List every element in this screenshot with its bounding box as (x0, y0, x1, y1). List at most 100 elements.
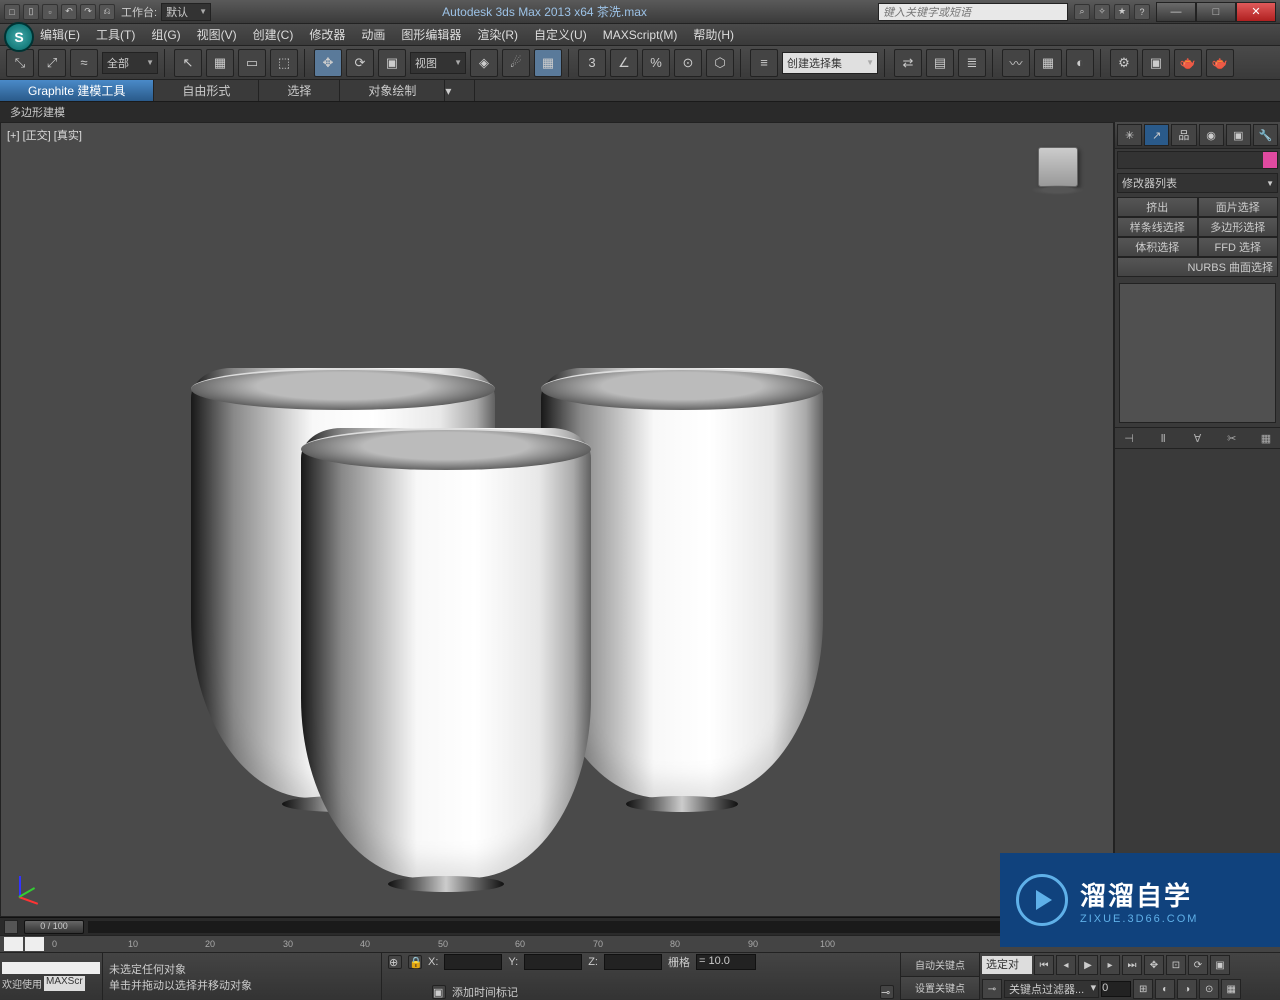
nav-maxtoggle-icon[interactable]: ▦ (1221, 979, 1241, 999)
mirror-icon[interactable]: ⇄ (894, 49, 922, 77)
mod-ffdselect[interactable]: FFD 选择 (1198, 237, 1279, 257)
nav-region-icon[interactable]: ⊙ (1199, 979, 1219, 999)
layers-icon[interactable]: ≣ (958, 49, 986, 77)
render-frame-icon[interactable]: ▣ (1142, 49, 1170, 77)
nav-fov-icon[interactable]: ◑ (1177, 979, 1197, 999)
menu-maxscript[interactable]: MAXScript(M) (603, 28, 678, 42)
favorites-icon[interactable]: ★ (1114, 4, 1130, 20)
rect-region-icon[interactable]: ▭ (238, 49, 266, 77)
script-tag[interactable] (2, 962, 100, 974)
nav-max-icon[interactable]: ▣ (1210, 955, 1230, 975)
open-icon[interactable]: ▯ (23, 4, 39, 20)
render-prod-icon[interactable]: 🫖 (1206, 49, 1234, 77)
setkey-large-icon[interactable]: ⊸ (982, 979, 1002, 999)
prev-frame-icon[interactable]: ◂ (1056, 955, 1076, 975)
modifier-stack[interactable] (1119, 283, 1276, 423)
object-color-swatch[interactable] (1263, 152, 1277, 168)
named-selection-combo[interactable]: 创建选择集 (782, 52, 878, 74)
timeline-handle-icon[interactable] (4, 920, 18, 934)
create-tab-icon[interactable]: ✳ (1117, 124, 1142, 146)
menu-customize[interactable]: 自定义(U) (534, 26, 587, 43)
manipulate-icon[interactable]: ☄ (502, 49, 530, 77)
undo-icon[interactable]: ↶ (61, 4, 77, 20)
setkey-button[interactable]: 设置关键点 (901, 977, 979, 1000)
percent-snap-icon[interactable]: % (642, 49, 670, 77)
add-time-tag[interactable]: 添加时间标记 (452, 984, 518, 1000)
nav-pan-icon[interactable]: ✥ (1144, 955, 1164, 975)
play-icon[interactable]: ▶ (1078, 955, 1098, 975)
binoculars-icon[interactable]: ⌕ (1074, 4, 1090, 20)
schematic-icon[interactable]: ▦ (1034, 49, 1062, 77)
menu-grapheditors[interactable]: 图形编辑器 (401, 26, 461, 43)
mod-patchselect[interactable]: 面片选择 (1198, 197, 1279, 217)
motion-tab-icon[interactable]: ◉ (1199, 124, 1224, 146)
x-input[interactable] (444, 954, 502, 970)
cup-object[interactable] (301, 428, 591, 878)
show-end-icon[interactable]: Ⅱ (1155, 430, 1171, 446)
keyboard-shortcut-icon[interactable]: ▦ (534, 49, 562, 77)
hierarchy-tab-icon[interactable]: 品 (1171, 124, 1196, 146)
edged-faces-icon[interactable]: ⬡ (706, 49, 734, 77)
angle-snap-icon[interactable]: ∠ (610, 49, 638, 77)
close-button[interactable]: ✕ (1236, 2, 1276, 22)
ribbon-arrow[interactable]: ▾ (445, 80, 475, 101)
remove-mod-icon[interactable]: ✂ (1224, 430, 1240, 446)
material-editor-icon[interactable]: ◐ (1066, 49, 1094, 77)
select-name-icon[interactable]: ▦ (206, 49, 234, 77)
y-input[interactable] (524, 954, 582, 970)
tab-objectpaint[interactable]: 对象绘制 (340, 80, 445, 101)
menu-view[interactable]: 视图(V) (197, 26, 237, 43)
viewcube[interactable] (1031, 143, 1085, 197)
workspace-selector[interactable]: 工作台: 默认 (121, 3, 211, 21)
menu-render[interactable]: 渲染(R) (477, 26, 518, 43)
object-name-field[interactable] (1117, 151, 1278, 169)
mod-nurbs[interactable]: NURBS 曲面选择 (1117, 257, 1278, 277)
autokey-button[interactable]: 自动关键点 (901, 953, 979, 977)
scale-icon[interactable]: ▣ (378, 49, 406, 77)
nav-zoom2-icon[interactable]: ◐ (1155, 979, 1175, 999)
maximize-button[interactable]: □ (1196, 2, 1236, 22)
utilities-tab-icon[interactable]: 🔧 (1253, 124, 1278, 146)
new-icon[interactable]: □ (4, 4, 20, 20)
time-slider-thumb[interactable]: 0 / 100 (24, 920, 84, 934)
align-icon[interactable]: ▤ (926, 49, 954, 77)
snap-3-icon[interactable]: 3 (578, 49, 606, 77)
tab-freeform[interactable]: 自由形式 (154, 80, 259, 101)
keymode-icon[interactable]: ⊸ (880, 985, 894, 999)
goto-start-icon[interactable]: ⏮ (1034, 955, 1054, 975)
time-config-icon[interactable]: ⊞ (1133, 979, 1153, 999)
menu-tools[interactable]: 工具(T) (96, 26, 135, 43)
bind-icon[interactable]: ≈ (70, 49, 98, 77)
pin-stack-icon[interactable]: ⊣ (1121, 430, 1137, 446)
menu-modifiers[interactable]: 修改器 (309, 26, 345, 43)
configure-icon[interactable]: ▦ (1258, 430, 1274, 446)
menu-create[interactable]: 创建(C) (253, 26, 294, 43)
menu-group[interactable]: 组(G) (151, 26, 180, 43)
community-icon[interactable]: ✧ (1094, 4, 1110, 20)
make-unique-icon[interactable]: ∀ (1190, 430, 1206, 446)
tab-graphite[interactable]: Graphite 建模工具 (0, 80, 154, 101)
lock-icon[interactable]: ⊕ (388, 955, 402, 969)
goto-end-icon[interactable]: ⏭ (1122, 955, 1142, 975)
modify-tab-icon[interactable]: ↗ (1144, 124, 1169, 146)
mod-extrude[interactable]: 挤出 (1117, 197, 1198, 217)
named-sets-icon[interactable]: ≡ (750, 49, 778, 77)
frame-input[interactable]: 0 (1101, 981, 1131, 997)
modifier-list-combo[interactable]: 修改器列表 (1117, 173, 1278, 193)
nav-orbit-icon[interactable]: ⟳ (1188, 955, 1208, 975)
workspace-combo[interactable]: 默认 (161, 3, 211, 21)
unlink-icon[interactable]: ⤢ (38, 49, 66, 77)
move-icon[interactable]: ✥ (314, 49, 342, 77)
help-search[interactable]: 键入关键字或短语 (878, 3, 1068, 21)
ribbon-subtab[interactable]: 多边形建模 (0, 102, 1280, 122)
app-logo[interactable]: S (4, 22, 34, 52)
mod-volselect[interactable]: 体积选择 (1117, 237, 1198, 257)
redo-icon[interactable]: ↷ (80, 4, 96, 20)
display-tab-icon[interactable]: ▣ (1226, 124, 1251, 146)
rotate-icon[interactable]: ⟳ (346, 49, 374, 77)
render-setup-icon[interactable]: ⚙ (1110, 49, 1138, 77)
spinner-snap-icon[interactable]: ⊙ (674, 49, 702, 77)
save-icon[interactable]: ▫ (42, 4, 58, 20)
next-frame-icon[interactable]: ▸ (1100, 955, 1120, 975)
viewport-label[interactable]: [+] [正交] [真实] (7, 127, 82, 143)
